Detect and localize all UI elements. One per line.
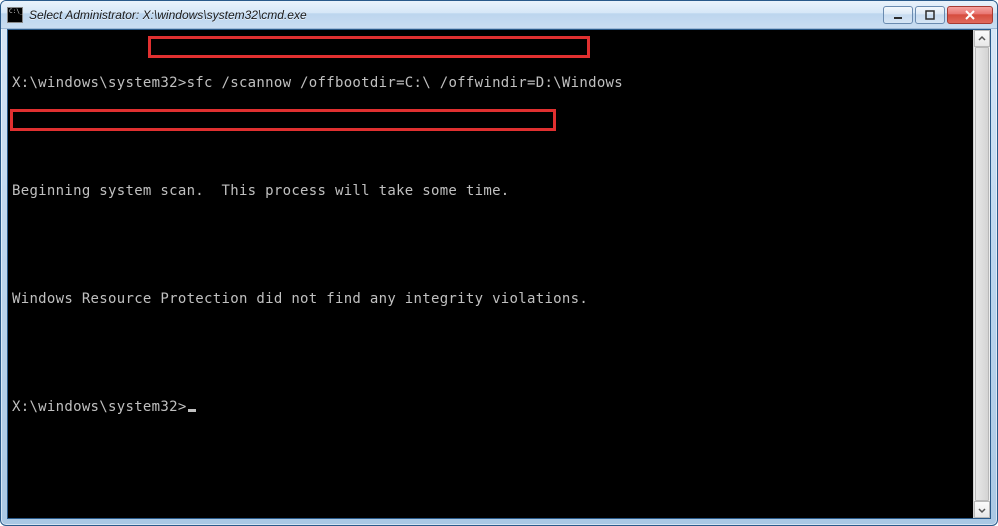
client-area: X:\windows\system32>sfc /scannow /offboo… [7, 29, 991, 519]
window-title: Select Administrator: X:\windows\system3… [29, 8, 883, 22]
scroll-up-button[interactable] [974, 30, 990, 47]
cursor [188, 409, 196, 412]
scroll-track[interactable] [974, 47, 990, 501]
chevron-down-icon [978, 506, 986, 514]
minimize-icon [893, 10, 903, 20]
console-output[interactable]: X:\windows\system32>sfc /scannow /offboo… [8, 30, 973, 518]
window-controls [883, 6, 993, 24]
close-icon [964, 10, 976, 20]
maximize-button[interactable] [915, 6, 945, 24]
close-button[interactable] [947, 6, 993, 24]
prompt-text: X:\windows\system32> [12, 399, 187, 415]
scroll-down-button[interactable] [974, 501, 990, 518]
scroll-thumb[interactable] [975, 47, 989, 501]
vertical-scrollbar[interactable] [973, 30, 990, 518]
scan-result-text: Windows Resource Protection did not find… [12, 290, 969, 308]
cmd-window: Select Administrator: X:\windows\system3… [0, 0, 998, 526]
maximize-icon [925, 10, 935, 20]
chevron-up-icon [978, 35, 986, 43]
prompt-text: X:\windows\system32> [12, 75, 187, 91]
command-highlight [148, 36, 590, 58]
typed-command: sfc /scannow /offbootdir=C:\ /offwindir=… [187, 75, 623, 91]
cmd-icon [7, 7, 23, 23]
minimize-button[interactable] [883, 6, 913, 24]
titlebar[interactable]: Select Administrator: X:\windows\system3… [1, 1, 997, 29]
scan-begin-text: Beginning system scan. This process will… [12, 182, 969, 200]
